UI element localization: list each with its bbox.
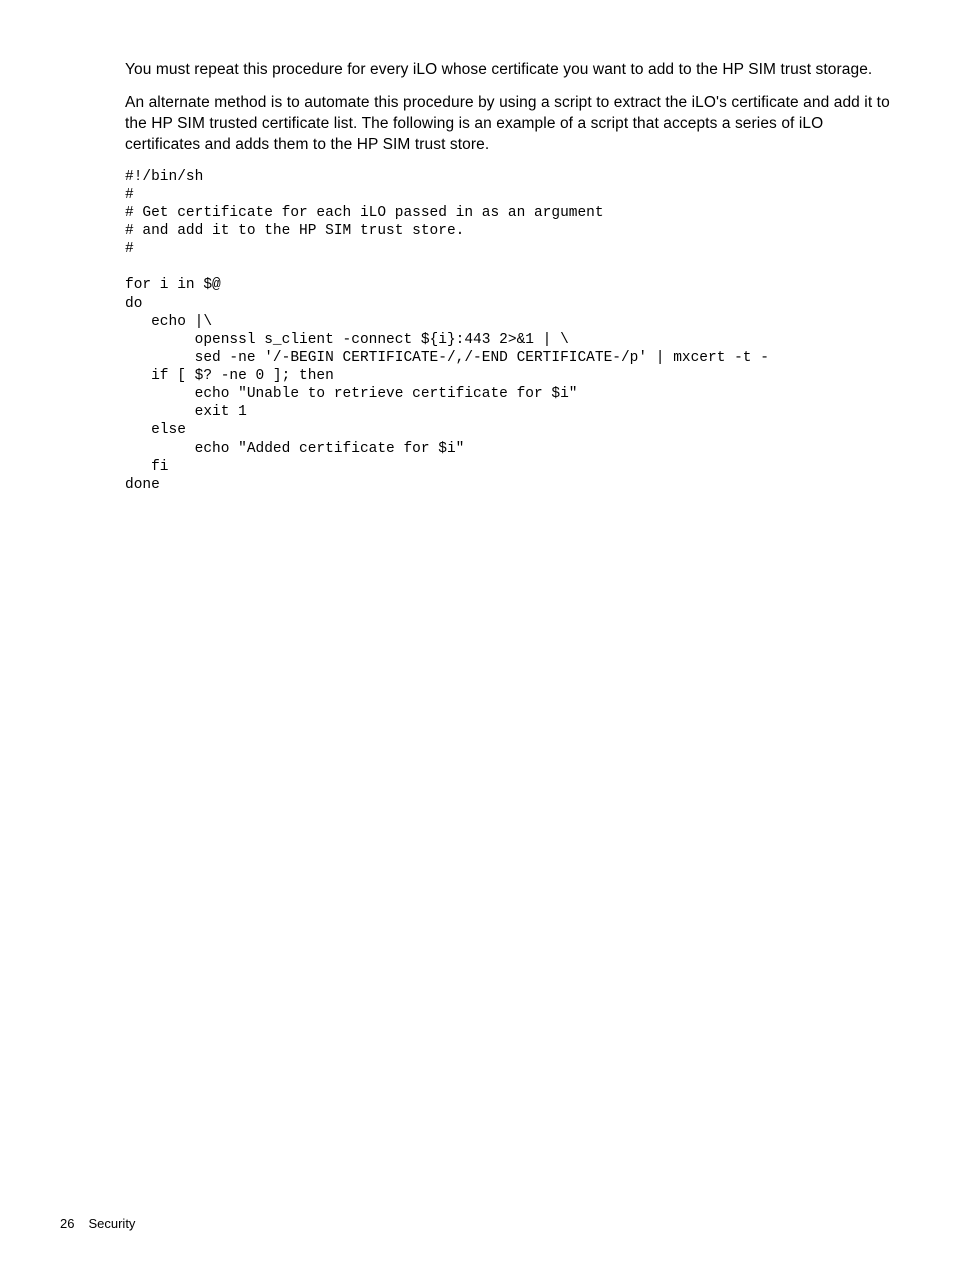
page-number: 26 [60,1216,74,1231]
body-paragraph-2: An alternate method is to automate this … [125,93,894,156]
section-name: Security [88,1216,135,1231]
code-block: #!/bin/sh # # Get certificate for each i… [125,168,894,494]
page-footer: 26 Security [60,1216,135,1231]
body-paragraph-1: You must repeat this procedure for every… [125,60,894,81]
